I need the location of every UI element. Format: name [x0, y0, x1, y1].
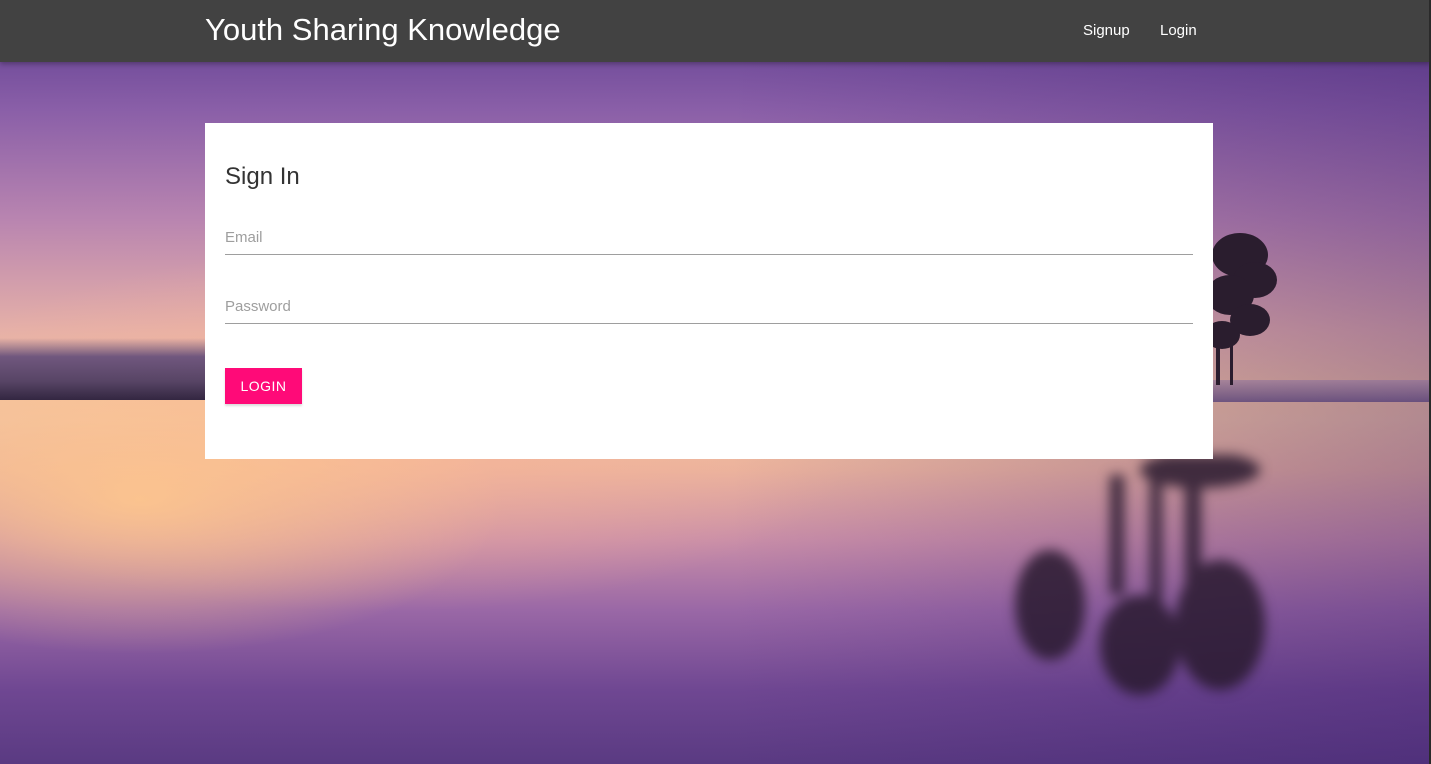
- password-input[interactable]: [225, 290, 1193, 324]
- signin-title: Sign In: [225, 163, 300, 190]
- nav-signup-link[interactable]: Signup: [1083, 22, 1130, 39]
- tree-reflection: [1015, 455, 1265, 695]
- brand-logo-link[interactable]: Youth Sharing Knowledge: [205, 12, 561, 48]
- background-horizon-left: [0, 338, 210, 400]
- top-navbar: Youth Sharing Knowledge Signup Login: [0, 0, 1431, 62]
- email-input[interactable]: [225, 221, 1193, 255]
- signin-card: Sign In LOGIN: [205, 123, 1213, 459]
- login-button[interactable]: LOGIN: [225, 368, 302, 404]
- nav-login-link[interactable]: Login: [1160, 22, 1197, 39]
